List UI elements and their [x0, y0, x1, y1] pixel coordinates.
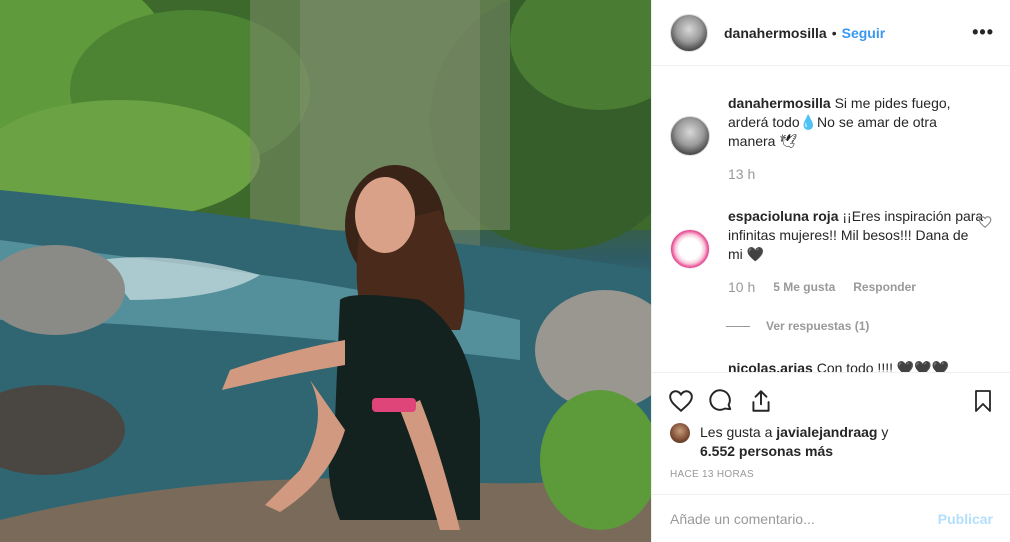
likes-count[interactable]: 6.552 personas más — [700, 443, 833, 459]
comment-text: Con todo !!!! 🖤🖤🖤 — [816, 360, 950, 372]
caption-username[interactable]: danahermosilla — [728, 95, 831, 111]
view-replies-button[interactable]: Ver respuestas (1) — [726, 319, 869, 333]
post-header: danahermosilla • Seguir ••• — [652, 0, 1010, 66]
header-separator: • — [831, 24, 837, 41]
comment-time[interactable]: 10 h — [728, 279, 755, 295]
like-comment-heart-icon[interactable] — [978, 215, 992, 229]
likes-prefix: Les gusta a — [700, 424, 777, 440]
add-comment-bar: Añade un comentario... Publicar — [652, 494, 1010, 542]
follow-button[interactable]: Seguir — [842, 25, 886, 41]
comment-username[interactable]: nicolas.arias — [728, 360, 813, 372]
save-bookmark-icon[interactable] — [971, 388, 995, 414]
post-photo[interactable] — [0, 0, 651, 542]
post-side-panel: danahermosilla • Seguir ••• danahermosil… — [651, 0, 1010, 542]
author-username[interactable]: danahermosilla — [724, 25, 827, 41]
likes-middle: y — [877, 424, 889, 440]
publish-button[interactable]: Publicar — [938, 511, 993, 527]
like-heart-icon[interactable] — [668, 388, 694, 414]
comment-username[interactable]: espacioluna roja — [728, 208, 838, 224]
post-timestamp[interactable]: HACE 13 HORAS — [652, 469, 1010, 480]
more-options-icon[interactable]: ••• — [972, 22, 994, 43]
comment-likes[interactable]: 5 Me gusta — [773, 280, 835, 294]
share-icon[interactable] — [748, 388, 774, 414]
reply-button[interactable]: Responder — [853, 280, 916, 294]
author-avatar[interactable] — [670, 13, 708, 52]
likes-summary: Les gusta a javialejandraag y 6.552 pers… — [652, 423, 1010, 461]
caption-time[interactable]: 13 h — [728, 166, 755, 182]
likes-text: Les gusta a javialejandraag y 6.552 pers… — [700, 423, 888, 461]
photo-illustration — [0, 0, 651, 542]
view-replies-label: Ver respuestas (1) — [766, 319, 870, 333]
action-bar — [652, 373, 1010, 429]
liker-avatar[interactable] — [670, 423, 690, 443]
comments-list[interactable]: danahermosilla Si me pides fuego, arderá… — [652, 67, 1010, 372]
caption-avatar[interactable] — [670, 116, 710, 156]
replies-divider — [726, 325, 750, 327]
liker-username[interactable]: javialejandraag — [776, 424, 877, 440]
post-actions-area: Les gusta a javialejandraag y 6.552 pers… — [652, 372, 1010, 480]
comment-input[interactable]: Añade un comentario... — [670, 511, 938, 527]
comment-avatar[interactable] — [670, 229, 710, 269]
comment-bubble-icon[interactable] — [708, 388, 734, 414]
